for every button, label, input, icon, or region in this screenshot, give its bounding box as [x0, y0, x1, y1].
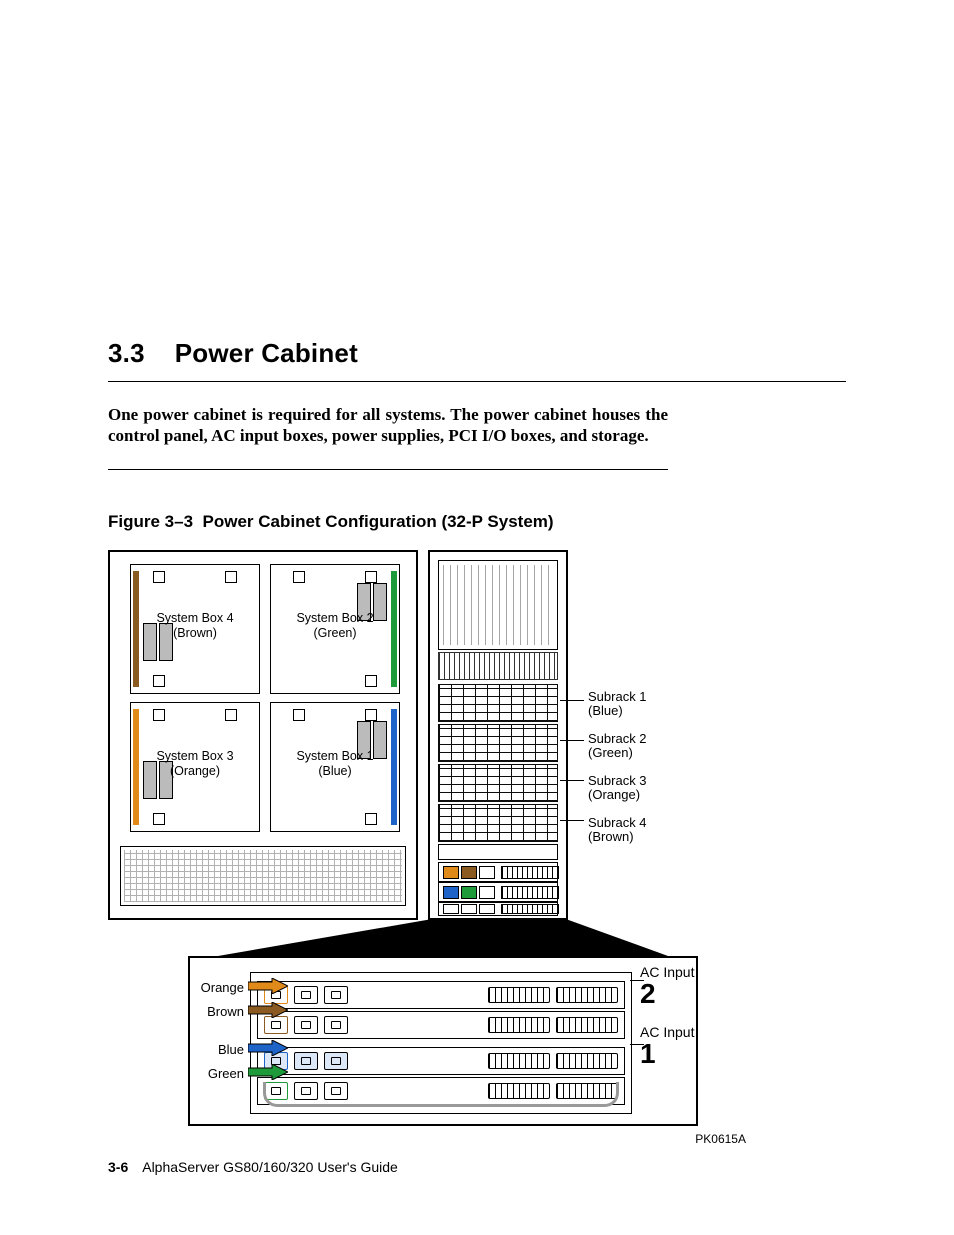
- key-green: Green: [188, 1066, 244, 1081]
- ac-tray-orange: [257, 981, 625, 1009]
- system-box-4: System Box 4 (Brown): [130, 564, 260, 694]
- subrack-4: [438, 804, 558, 842]
- dot-panel-left: [120, 846, 406, 906]
- label-subrack-2: Subrack 2(Green): [588, 732, 647, 762]
- vertical-slot: [438, 560, 558, 650]
- arrow-icon: [248, 978, 288, 994]
- section-title: Power Cabinet: [175, 338, 358, 368]
- label-ac-input-1: AC Input 1: [640, 1024, 694, 1070]
- section-intro: One power cabinet is required for all sy…: [108, 404, 668, 447]
- key-blue: Blue: [188, 1042, 244, 1057]
- book-title: AlphaServer GS80/160/320 User's Guide: [142, 1159, 398, 1175]
- key-orange: Orange: [188, 980, 244, 995]
- figure-title: Power Cabinet Configuration (32-P System…: [203, 512, 554, 531]
- subrack-3: [438, 764, 558, 802]
- arrow-icon: [248, 1002, 288, 1018]
- page-footer: 3-6 AlphaServer GS80/160/320 User's Guide: [108, 1159, 398, 1175]
- subrack-1: [438, 684, 558, 722]
- system-box-name: System Box 3: [156, 749, 233, 763]
- arrow-icon: [248, 1040, 288, 1056]
- section-number: 3.3: [108, 338, 145, 369]
- ac-tray-blue: [257, 1047, 625, 1075]
- system-box-color: Blue: [322, 764, 347, 778]
- cable-loop: [263, 1082, 619, 1107]
- ac-input-row: [438, 862, 558, 882]
- ac-input-row: [438, 882, 558, 902]
- key-brown: Brown: [188, 1004, 244, 1019]
- subrack-2: [438, 724, 558, 762]
- system-box-2: System Box 2 (Green): [270, 564, 400, 694]
- cabinet-system-boxes: System Box 4 (Brown) System Box 2 (Green…: [108, 550, 418, 920]
- control-panel: [438, 652, 558, 680]
- system-box-name: System Box 4: [156, 611, 233, 625]
- page-number: 3-6: [108, 1159, 128, 1175]
- system-box-name: System Box 2: [296, 611, 373, 625]
- label-subrack-1: Subrack 1(Blue): [588, 690, 647, 720]
- figure-caption: Figure 3–3 Power Cabinet Configuration (…: [108, 512, 846, 532]
- ac-input-row: [438, 902, 558, 916]
- zoom-wedge: [108, 918, 828, 958]
- ac-tray-brown: [257, 1011, 625, 1039]
- figure-code: PK0615A: [695, 1132, 746, 1146]
- system-box-1: System Box 1 (Blue): [270, 702, 400, 832]
- cabinet-power: [428, 550, 568, 920]
- system-box-color: Orange: [174, 764, 216, 778]
- label-subrack-3: Subrack 3(Orange): [588, 774, 647, 804]
- arrow-icon: [248, 1064, 288, 1080]
- rule-bottom: [108, 469, 668, 470]
- section-heading: 3.3 Power Cabinet: [108, 338, 846, 369]
- system-box-name: System Box 1: [296, 749, 373, 763]
- system-box-color: Brown: [177, 626, 212, 640]
- label-ac-input-2: AC Input 2: [640, 964, 694, 1010]
- system-box-3: System Box 3 (Orange): [130, 702, 260, 832]
- figure-label: Figure 3–3: [108, 512, 193, 531]
- ac-input-detail: Orange Brown Blue Green AC Input 2: [188, 956, 698, 1126]
- figure: System Box 4 (Brown) System Box 2 (Green…: [108, 550, 828, 1126]
- system-box-color: Green: [318, 626, 353, 640]
- label-subrack-4: Subrack 4(Brown): [588, 816, 647, 846]
- spacer-bar: [438, 844, 558, 860]
- rule-top: [108, 381, 846, 382]
